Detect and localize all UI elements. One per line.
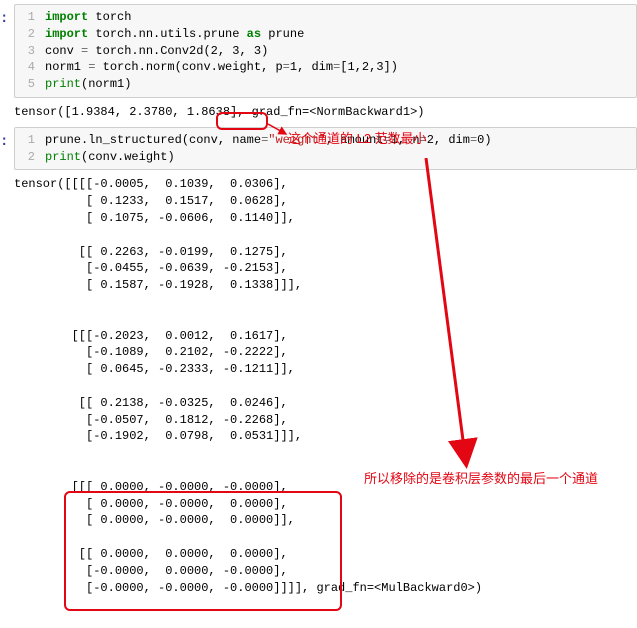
code-content: norm1 = torch.norm(conv.weight, p=1, dim… (45, 59, 636, 76)
code-content: print(conv.weight) (45, 149, 636, 166)
code-line: 3conv = torch.nn.Conv2d(2, 3, 3) (15, 43, 636, 60)
line-number: 5 (15, 76, 45, 93)
code-content: import torch (45, 9, 636, 26)
annotation-removed-channel: 所以移除的是卷积层参数的最后一个通道 (364, 470, 598, 488)
line-number: 1 (15, 132, 45, 149)
input-prompt-1: : (0, 10, 8, 30)
code-content: conv = torch.nn.Conv2d(2, 3, 3) (45, 43, 636, 60)
output-2: tensor([[[[-0.0005, 0.1039, 0.0306], [ 0… (14, 176, 637, 596)
code-content: print(norm1) (45, 76, 636, 93)
output-1: tensor([1.9384, 2.3780, 1.8638], grad_fn… (14, 104, 637, 121)
code-line: 2print(conv.weight) (15, 149, 636, 166)
code-line: 5print(norm1) (15, 76, 636, 93)
code-content: import torch.nn.utils.prune as prune (45, 26, 636, 43)
code-line: 2import torch.nn.utils.prune as prune (15, 26, 636, 43)
line-number: 2 (15, 26, 45, 43)
line-number: 3 (15, 43, 45, 60)
line-number: 1 (15, 9, 45, 26)
line-number: 4 (15, 59, 45, 76)
annotation-min-l2: 这个通道的 L2 范数最小 (288, 130, 427, 148)
code-line: 4norm1 = torch.norm(conv.weight, p=1, di… (15, 59, 636, 76)
line-number: 2 (15, 149, 45, 166)
code-line: 1import torch (15, 9, 636, 26)
code-cell-1: 1import torch2import torch.nn.utils.prun… (14, 4, 637, 98)
input-prompt-2: : (0, 133, 8, 153)
